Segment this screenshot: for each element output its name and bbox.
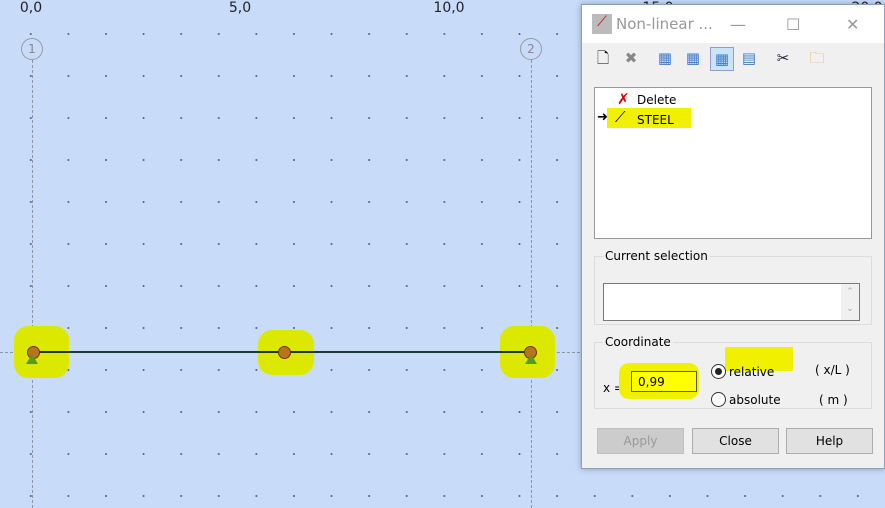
apply-button[interactable]: Apply (597, 428, 684, 454)
list-item[interactable]: Delete (637, 93, 676, 107)
steel-hinge-icon: ⟋ (615, 108, 626, 126)
view-3-icon[interactable]: ▦ (710, 47, 734, 71)
absolute-unit: ( m ) (819, 393, 848, 407)
axis-node-label: 1 (21, 38, 43, 60)
app-icon: ⟋ (592, 14, 612, 34)
coordinate-group: Coordinate x = 0,99 relative ( x/L ) abs… (594, 335, 872, 409)
relative-radio[interactable] (711, 364, 726, 379)
hinge-list[interactable]: ✗ Delete ➜ ⟋ STEEL (594, 87, 872, 239)
view-1-icon[interactable]: ▦ (654, 47, 676, 69)
group-label: Coordinate (605, 335, 671, 349)
close-window-button[interactable]: ✕ (846, 15, 859, 34)
list-item[interactable]: STEEL (637, 113, 674, 127)
relative-unit: ( x/L ) (815, 363, 850, 377)
delete-icon[interactable]: ✖ (620, 47, 642, 69)
axis-tick: 5,0 (228, 0, 252, 16)
new-icon[interactable]: 🗋 (592, 47, 614, 69)
title-bar[interactable]: ⟋ Non-linear ... — ☐ ✕ (582, 5, 884, 43)
relative-label[interactable]: relative (729, 365, 774, 379)
maximize-button[interactable]: ☐ (786, 15, 800, 34)
support-icon (26, 354, 38, 364)
axis-tick: 0,0 (19, 0, 43, 16)
hinge-node[interactable] (278, 346, 291, 359)
nonlinear-dialog: ⟋ Non-linear ... — ☐ ✕ 🗋 ✖ ▦ ▦ ▦ ▤ ✂ 🗀 ✗… (581, 4, 885, 469)
spin-scroll[interactable]: ⌃ ⌄ (841, 284, 859, 320)
group-label: Current selection (605, 249, 708, 263)
current-selection-group: Current selection ⌃ ⌄ (594, 249, 872, 325)
delete-x-icon: ✗ (617, 90, 630, 108)
current-arrow-icon: ➜ (597, 110, 608, 125)
absolute-label[interactable]: absolute (729, 393, 781, 407)
table-icon[interactable]: ▤ (738, 47, 760, 69)
minimize-button[interactable]: — (730, 15, 746, 34)
axis-node-label: 2 (520, 38, 542, 60)
absolute-radio[interactable] (711, 392, 726, 407)
current-selection-box[interactable]: ⌃ ⌄ (603, 283, 860, 321)
scissors-icon[interactable]: ✂ (772, 47, 794, 69)
grid-axis-line (32, 60, 33, 508)
axis-tick: 10,0 (433, 0, 465, 16)
close-button[interactable]: Close (692, 428, 779, 454)
dialog-title: Non-linear ... (616, 15, 713, 33)
support-icon (525, 354, 537, 364)
view-2-icon[interactable]: ▦ (682, 47, 704, 69)
help-button[interactable]: Help (786, 428, 873, 454)
grid-axis-line (531, 60, 532, 508)
folder-icon[interactable]: 🗀 (806, 47, 828, 69)
x-coordinate-input[interactable]: 0,99 (631, 371, 697, 392)
